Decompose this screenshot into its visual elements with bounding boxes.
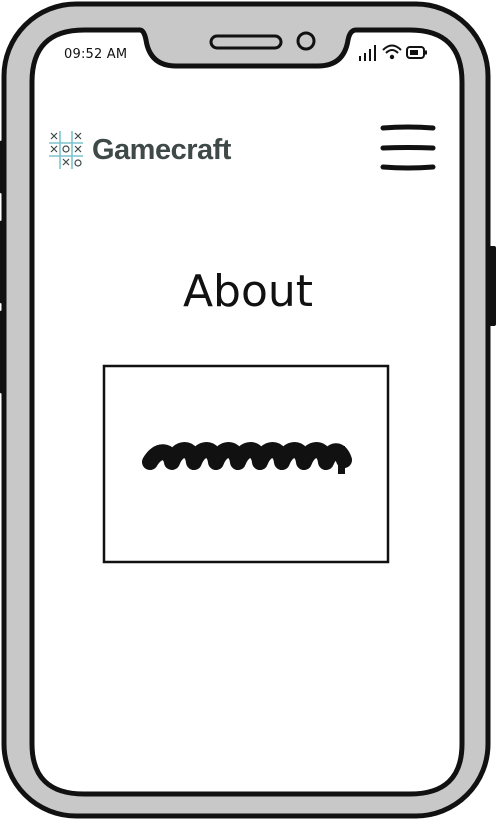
brand-logo[interactable]: Gamecraft	[48, 130, 231, 170]
brand-name: Gamecraft	[92, 133, 231, 166]
page-title: About	[182, 266, 314, 317]
wifi-icon	[382, 44, 402, 60]
tic-tac-toe-icon	[49, 131, 83, 169]
image-placeholder	[102, 364, 390, 564]
hamburger-menu-button[interactable]	[378, 122, 438, 174]
hamburger-menu-icon	[380, 124, 436, 171]
battery-icon	[406, 46, 427, 59]
signal-icon	[359, 45, 376, 61]
status-time: 09:52 AM	[64, 47, 128, 62]
